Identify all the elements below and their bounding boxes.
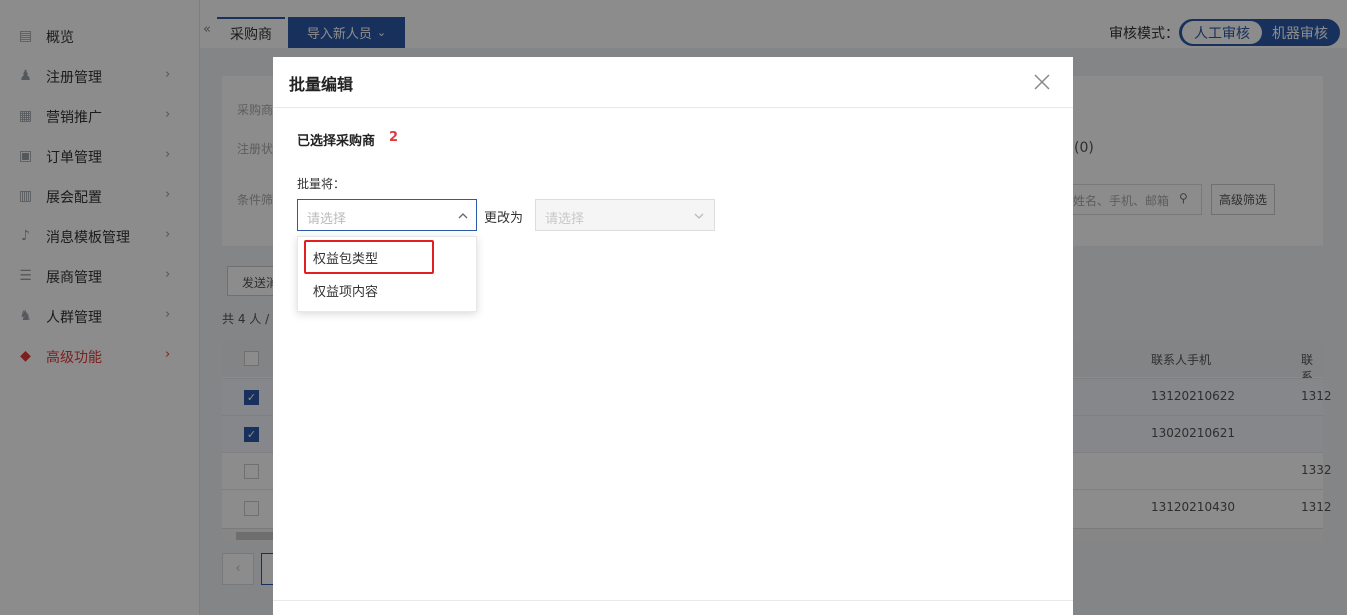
batch-field-label: 批量将：	[297, 177, 346, 191]
batch-edit-modal: 批量编辑 已选择采购商 2 批量将： 请选择 更改为 请选择 权益包类型 权益项…	[273, 57, 1073, 615]
option-benefit-item-content[interactable]: 权益项内容	[298, 274, 476, 306]
batch-field-select[interactable]: 请选择	[297, 199, 477, 231]
selected-count: 2	[389, 130, 399, 145]
selected-buyers-label: 已选择采购商	[297, 134, 376, 149]
target-value-select[interactable]: 请选择	[535, 199, 715, 231]
select-placeholder: 请选择	[307, 212, 347, 227]
select-placeholder: 请选择	[545, 212, 585, 227]
chevron-up-icon	[458, 213, 468, 219]
close-icon[interactable]	[1032, 72, 1052, 92]
change-to-label: 更改为	[484, 211, 524, 226]
divider	[273, 600, 1073, 601]
modal-title: 批量编辑	[289, 75, 354, 94]
modal-header: 批量编辑	[273, 57, 1073, 108]
batch-field-dropdown: 权益包类型 权益项内容	[297, 236, 477, 312]
chevron-down-icon	[694, 213, 704, 219]
option-benefit-package-type[interactable]: 权益包类型	[298, 241, 476, 273]
